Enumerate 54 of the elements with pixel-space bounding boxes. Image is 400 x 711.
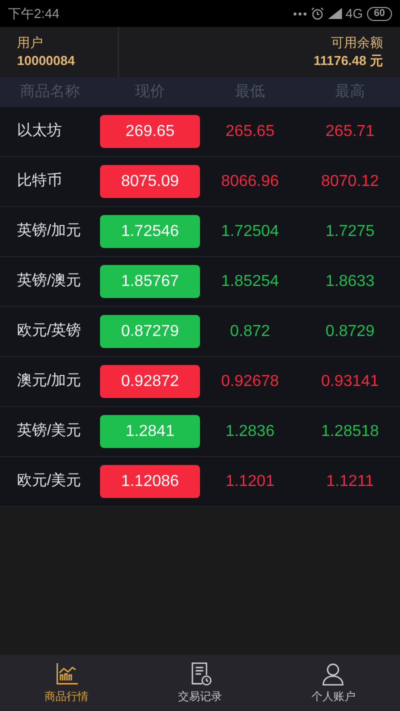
person-icon (320, 660, 346, 687)
product-name: 以太坊 (16, 121, 63, 142)
product-name: 比特币 (16, 171, 63, 192)
price-tag: 1.72546 (100, 215, 200, 248)
quote-row[interactable]: 澳元/加元 0.92872 0.92678 0.93141 (0, 357, 400, 407)
tab-bar-item[interactable]: 商品行情 (0, 655, 134, 711)
battery-level: 60 (366, 6, 392, 20)
high-price: 265.71 (324, 122, 376, 142)
price-tag: 1.85767 (100, 265, 200, 298)
high-price: 1.8633 (324, 272, 376, 292)
quote-row[interactable]: 英镑/加元 1.72546 1.72504 1.7275 (0, 207, 400, 257)
price-tag: 1.2841 (100, 415, 200, 448)
price-tag: 8075.09 (100, 165, 200, 198)
tab-bar-item[interactable]: 交易记录 (133, 655, 267, 711)
high-price: 1.7275 (324, 222, 376, 242)
high-price: 0.93141 (320, 372, 380, 392)
low-price: 8066.96 (220, 172, 280, 192)
low-price: 1.1201 (224, 472, 276, 492)
high-price: 8070.12 (320, 172, 380, 192)
user-id: 10000084 (17, 52, 76, 70)
low-price: 1.85254 (220, 272, 280, 292)
quote-row[interactable]: 英镑/美元 1.2841 1.2836 1.28518 (0, 407, 400, 457)
quote-row[interactable]: 以太坊 269.65 265.65 265.71 (0, 107, 400, 157)
low-price: 0.92678 (220, 372, 280, 392)
low-price: 1.2836 (224, 422, 276, 442)
product-name: 英镑/加元 (16, 221, 82, 242)
user-label: 用户 (17, 34, 44, 52)
quote-row[interactable]: 欧元/英镑 0.87279 0.872 0.8729 (0, 307, 400, 357)
price-tag: 1.12086 (100, 465, 200, 498)
product-name: 英镑/澳元 (16, 271, 82, 292)
price-tag: 0.92872 (100, 365, 200, 398)
product-name: 欧元/英镑 (16, 321, 82, 342)
price-tag: 269.65 (100, 115, 200, 148)
price-tag: 0.87279 (100, 315, 200, 348)
network-type: 4G (346, 4, 363, 23)
status-time: 下午2:44 (8, 4, 60, 23)
alarm-clock-icon (310, 7, 324, 20)
product-name: 英镑/美元 (16, 421, 82, 442)
line-chart-icon (54, 660, 80, 687)
low-price: 265.65 (224, 122, 276, 142)
high-price: 0.8729 (324, 322, 376, 342)
signal-icon (328, 8, 342, 19)
quote-row[interactable]: 比特币 8075.09 8066.96 8070.12 (0, 157, 400, 207)
high-price: 1.1211 (325, 472, 375, 492)
product-name: 澳元/加元 (16, 371, 82, 392)
low-price: 1.72504 (220, 222, 280, 242)
quote-row[interactable]: 英镑/澳元 1.85767 1.85254 1.8633 (0, 257, 400, 307)
more-dots-icon (292, 12, 307, 16)
product-name: 欧元/美元 (16, 471, 82, 492)
balance-label: 可用余额 (331, 34, 383, 52)
low-price: 0.872 (228, 322, 272, 342)
balance-amount: 11176.48 元 (314, 52, 383, 70)
high-price: 1.28518 (320, 422, 380, 442)
tab-bar-item[interactable]: 个人账户 (266, 655, 400, 711)
